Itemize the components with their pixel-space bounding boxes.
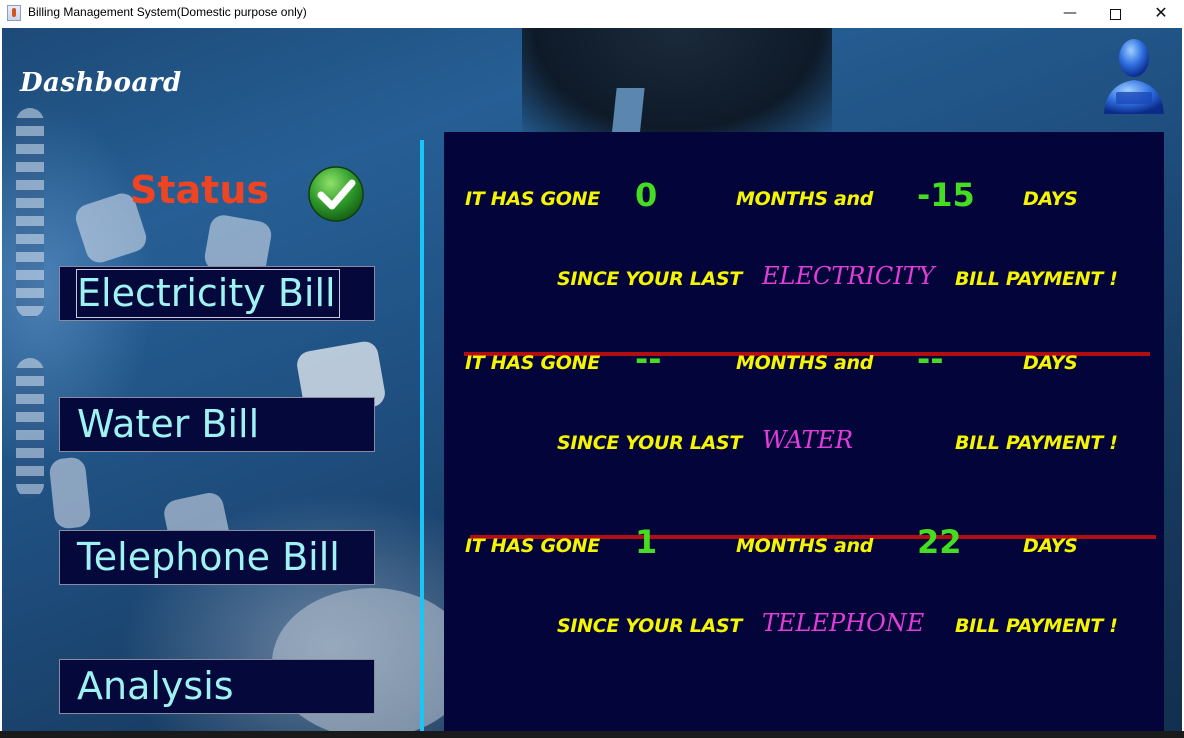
telephone-bill-button[interactable]: Telephone Bill xyxy=(59,530,375,585)
background-cloud-shape xyxy=(48,456,92,530)
days-label: DAYS xyxy=(1023,352,1078,374)
days-label: DAYS xyxy=(1023,535,1078,557)
background-person-suit xyxy=(522,28,832,138)
window-title: Billing Management System(Domestic purpo… xyxy=(28,5,307,19)
maximize-icon xyxy=(1109,9,1121,20)
electricity-bill-label: Electricity Bill xyxy=(77,271,336,315)
bill-type: TELEPHONE xyxy=(762,609,925,637)
days-label: DAYS xyxy=(1023,188,1078,210)
maximize-button[interactable] xyxy=(1092,0,1138,28)
dashboard-window: Dashboard Status Electricity Bill Water … xyxy=(2,28,1182,731)
background-coil xyxy=(16,108,44,318)
electricity-bill-button[interactable]: Electricity Bill xyxy=(59,266,375,321)
bill-payment-label: BILL PAYMENT ! xyxy=(955,268,1118,290)
row-prefix: IT HAS GONE xyxy=(465,535,600,557)
months-value: -- xyxy=(635,340,662,378)
telephone-bill-label: Telephone Bill xyxy=(77,535,340,579)
since-label: SINCE YOUR LAST xyxy=(557,268,743,290)
days-value: -15 xyxy=(917,176,975,214)
months-label: MONTHS and xyxy=(736,352,874,374)
close-button[interactable]: ✕ xyxy=(1138,0,1184,28)
row-prefix: IT HAS GONE xyxy=(465,352,600,374)
months-value: 1 xyxy=(635,523,658,561)
bill-payment-label: BILL PAYMENT ! xyxy=(955,432,1118,454)
analysis-button[interactable]: Analysis xyxy=(59,659,375,714)
since-label: SINCE YOUR LAST xyxy=(557,432,743,454)
bill-payment-label: BILL PAYMENT ! xyxy=(955,615,1118,637)
bill-type: ELECTRICITY xyxy=(762,262,935,290)
minimize-button[interactable]: — xyxy=(1047,0,1093,28)
check-icon xyxy=(308,166,364,222)
status-label: Status xyxy=(130,168,270,212)
water-bill-button[interactable]: Water Bill xyxy=(59,397,375,452)
months-label: MONTHS and xyxy=(736,188,874,210)
background-tie xyxy=(611,88,645,138)
analysis-label: Analysis xyxy=(77,664,234,708)
page-title: Dashboard xyxy=(20,68,182,98)
bottom-border xyxy=(0,731,1184,738)
since-label: SINCE YOUR LAST xyxy=(557,615,743,637)
background-coil xyxy=(16,358,44,498)
java-app-icon xyxy=(7,5,21,21)
months-value: 0 xyxy=(635,176,658,214)
months-label: MONTHS and xyxy=(736,535,874,557)
user-icon[interactable] xyxy=(1100,34,1168,116)
water-bill-label: Water Bill xyxy=(77,402,260,446)
bill-type: WATER xyxy=(762,426,854,454)
days-value: -- xyxy=(917,340,944,378)
title-bar: Billing Management System(Domestic purpo… xyxy=(0,0,1184,28)
vertical-divider xyxy=(420,140,424,731)
row-prefix: IT HAS GONE xyxy=(465,188,600,210)
bill-status-panel: IT HAS GONE 0 MONTHS and -15 DAYS SINCE … xyxy=(444,132,1164,731)
days-value: 22 xyxy=(917,523,962,561)
